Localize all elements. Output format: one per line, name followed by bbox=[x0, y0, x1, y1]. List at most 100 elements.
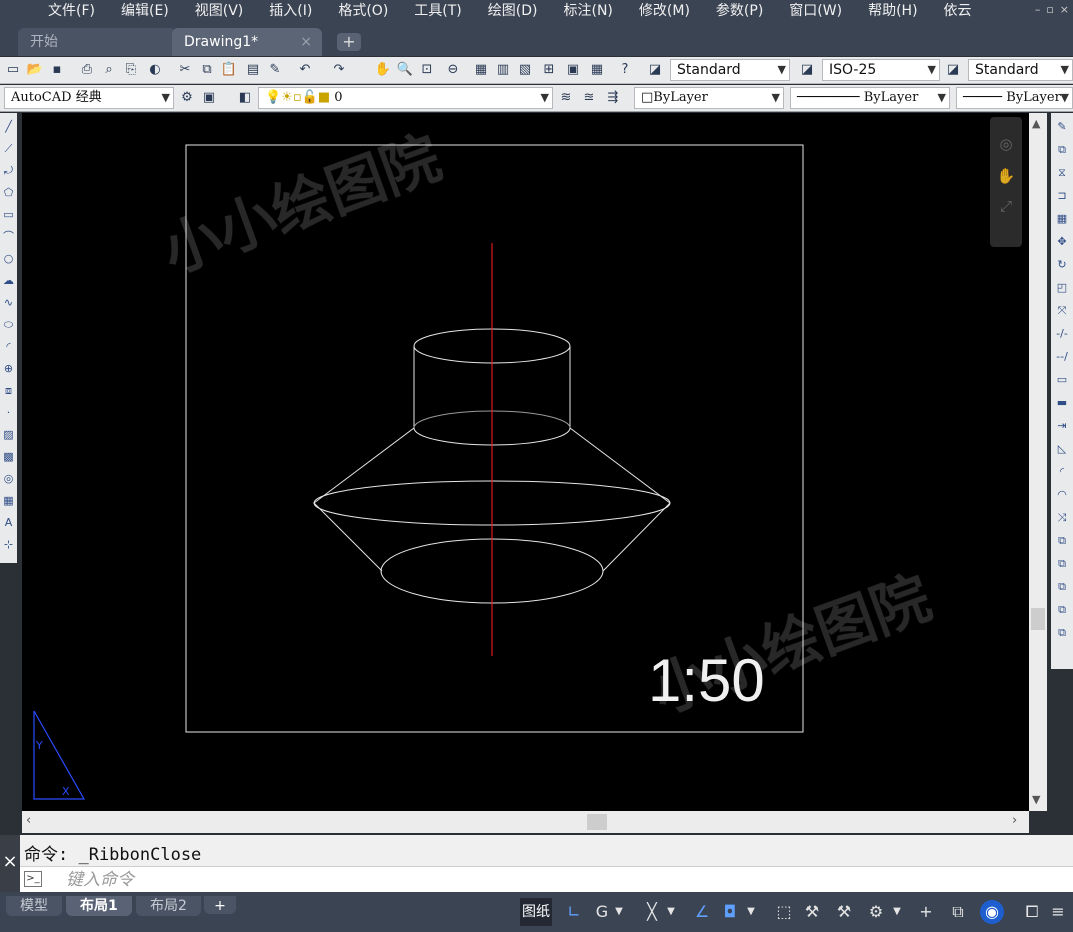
draw-order-icon[interactable]: ⧉ bbox=[1054, 533, 1070, 549]
customization-menu-icon[interactable]: ≡ bbox=[1046, 898, 1070, 926]
publish-icon[interactable]: ⎘ bbox=[122, 61, 140, 79]
color-select[interactable]: □ByLayer ▼ bbox=[634, 87, 784, 109]
annotation-visibility-icon[interactable]: ⚒ bbox=[832, 898, 856, 926]
restore-icon[interactable]: ▫ bbox=[1046, 3, 1053, 16]
clean-screen-icon[interactable]: ⧠ bbox=[1020, 898, 1044, 926]
menu-view[interactable]: 视图(V) bbox=[182, 0, 257, 24]
command-line-close-icon[interactable]: × bbox=[0, 835, 20, 892]
annotation-scale-icon[interactable]: ⚒ bbox=[800, 898, 824, 926]
add-layout-button[interactable]: + bbox=[204, 896, 236, 914]
menu-dimension[interactable]: 标注(N) bbox=[551, 0, 626, 24]
plus-icon[interactable]: + bbox=[914, 898, 938, 926]
ellipse-icon[interactable]: ⬭ bbox=[1, 317, 16, 332]
vertical-scrollbar[interactable]: ▲ ▼ bbox=[1029, 113, 1047, 811]
rectangle-icon[interactable]: ▭ bbox=[1, 207, 16, 222]
menu-edit[interactable]: 编辑(E) bbox=[108, 0, 182, 24]
rotate-icon[interactable]: ↻ bbox=[1054, 257, 1070, 273]
hatch-back-icon[interactable]: ⧉ bbox=[1054, 625, 1070, 641]
3d-print-icon[interactable]: ◐ bbox=[146, 61, 164, 79]
calculator-icon[interactable]: ▦ bbox=[588, 61, 606, 79]
chevron-down-icon[interactable]: ▼ bbox=[890, 898, 904, 926]
erase-icon[interactable]: ✎ bbox=[1054, 119, 1070, 135]
copy-icon[interactable]: ⧉ bbox=[198, 61, 216, 79]
zoom-window-icon[interactable]: ⊡ bbox=[418, 61, 436, 79]
workspace-select[interactable]: AutoCAD 经典 ▼ bbox=[4, 87, 174, 109]
pan-icon[interactable]: ✋ bbox=[374, 61, 392, 79]
offset-icon[interactable]: ⊐ bbox=[1054, 188, 1070, 204]
table-style-select[interactable]: Standard ▼ bbox=[968, 59, 1073, 81]
vertical-scroll-thumb[interactable] bbox=[1031, 608, 1045, 630]
lineweight-select[interactable]: ───── ByLayer ▼ bbox=[956, 87, 1073, 109]
layer-properties-icon[interactable]: ◧ bbox=[236, 89, 254, 107]
tab-layout1[interactable]: 布局1 bbox=[66, 896, 132, 916]
paste-block-icon[interactable]: ▤ bbox=[244, 61, 262, 79]
send-back-icon[interactable]: ⧉ bbox=[1054, 579, 1070, 595]
chevron-down-icon[interactable]: ▼ bbox=[744, 898, 758, 926]
menu-modify[interactable]: 修改(M) bbox=[626, 0, 703, 24]
ellipse-arc-icon[interactable]: ◜ bbox=[1, 339, 16, 354]
move-icon[interactable]: ✥ bbox=[1054, 234, 1070, 250]
explode-icon[interactable]: ⤨ bbox=[1054, 510, 1070, 526]
markup-icon[interactable]: ▣ bbox=[564, 61, 582, 79]
extend-icon[interactable]: --/ bbox=[1054, 349, 1070, 365]
mtext-icon[interactable]: A bbox=[1, 515, 16, 530]
match-properties-icon[interactable]: ✎ bbox=[266, 61, 284, 79]
tab-layout2[interactable]: 布局2 bbox=[136, 896, 201, 916]
menu-draw[interactable]: 绘图(D) bbox=[475, 0, 551, 24]
add-selected-icon[interactable]: ⊹ bbox=[1, 537, 16, 552]
layer-select[interactable]: 💡☀▫🔓■ 0 ▼ bbox=[258, 87, 553, 109]
polyline-icon[interactable]: ⤾ bbox=[1, 163, 16, 178]
copy-object-icon[interactable]: ⧉ bbox=[1054, 142, 1070, 158]
mirror-icon[interactable]: ⧖ bbox=[1054, 165, 1070, 181]
workspace-switch-icon[interactable]: ⚙ bbox=[864, 898, 888, 926]
new-icon[interactable]: ▭ bbox=[4, 61, 22, 79]
text-front-icon[interactable]: ⧉ bbox=[1054, 602, 1070, 618]
zoom-extents-icon[interactable]: ⤢ bbox=[995, 197, 1017, 219]
join-icon[interactable]: ⇥ bbox=[1054, 418, 1070, 434]
horizontal-scrollbar[interactable]: ‹ › bbox=[22, 811, 1029, 833]
menu-parametric[interactable]: 参数(P) bbox=[703, 0, 776, 24]
isolate-objects-icon[interactable]: ⧉ bbox=[946, 898, 970, 926]
menu-insert[interactable]: 插入(I) bbox=[256, 0, 325, 24]
line-icon[interactable]: ╱ bbox=[1, 119, 16, 134]
circle-icon[interactable]: ○ bbox=[1, 251, 16, 266]
save-icon[interactable]: ▪ bbox=[48, 61, 66, 79]
horizontal-scroll-thumb[interactable] bbox=[587, 814, 607, 830]
command-prompt-icon[interactable]: >_ bbox=[24, 871, 42, 887]
tool-palettes-icon[interactable]: ▧ bbox=[516, 61, 534, 79]
scroll-left-icon[interactable]: ‹ bbox=[26, 813, 31, 828]
minimize-icon[interactable]: – bbox=[1035, 3, 1041, 16]
dynamic-ucs-icon[interactable]: ∠ bbox=[690, 898, 714, 926]
chevron-down-icon[interactable]: ▼ bbox=[664, 898, 678, 926]
scroll-down-icon[interactable]: ▼ bbox=[1032, 793, 1040, 806]
hatch-icon[interactable]: ▨ bbox=[1, 427, 16, 442]
object-snap-tracking-icon[interactable]: ╳ bbox=[640, 898, 664, 926]
scale-icon[interactable]: ◰ bbox=[1054, 280, 1070, 296]
redo-icon[interactable]: ↷ bbox=[330, 61, 348, 79]
menu-window[interactable]: 窗口(W) bbox=[776, 0, 855, 24]
menu-file[interactable]: 文件(F) bbox=[0, 0, 108, 24]
workspace-settings-icon[interactable]: ⚙ bbox=[178, 89, 196, 107]
paste-icon[interactable]: 📋 bbox=[220, 61, 238, 79]
dim-style-icon[interactable]: ◪ bbox=[798, 61, 816, 79]
hardware-acceleration-icon[interactable]: ◉ bbox=[980, 900, 1004, 924]
paper-space-button[interactable]: 图纸 bbox=[520, 898, 552, 926]
layer-previous-icon[interactable]: ≊ bbox=[580, 89, 598, 107]
revision-cloud-icon[interactable]: ☁ bbox=[1, 273, 16, 288]
text-style-icon[interactable]: ◪ bbox=[646, 61, 664, 79]
print-preview-icon[interactable]: ⌕ bbox=[100, 61, 118, 79]
zoom-realtime-icon[interactable]: 🔍 bbox=[396, 61, 414, 79]
spline-icon[interactable]: ∿ bbox=[1, 295, 16, 310]
help-icon[interactable]: ? bbox=[616, 61, 634, 79]
point-icon[interactable]: · bbox=[1, 405, 16, 420]
design-center-icon[interactable]: ▥ bbox=[494, 61, 512, 79]
undo-icon[interactable]: ↶ bbox=[296, 61, 314, 79]
scroll-right-icon[interactable]: › bbox=[1012, 813, 1017, 828]
make-current-layer-icon[interactable]: ≋ bbox=[557, 89, 575, 107]
dim-style-select[interactable]: ISO-25 ▼ bbox=[822, 59, 940, 81]
insert-block-icon[interactable]: ⊕ bbox=[1, 361, 16, 376]
zoom-previous-icon[interactable]: ⊖ bbox=[444, 61, 462, 79]
construction-line-icon[interactable]: ⟋ bbox=[1, 141, 16, 156]
make-block-icon[interactable]: ⧈ bbox=[1, 383, 16, 398]
tab-start[interactable]: 开始 bbox=[18, 28, 176, 56]
